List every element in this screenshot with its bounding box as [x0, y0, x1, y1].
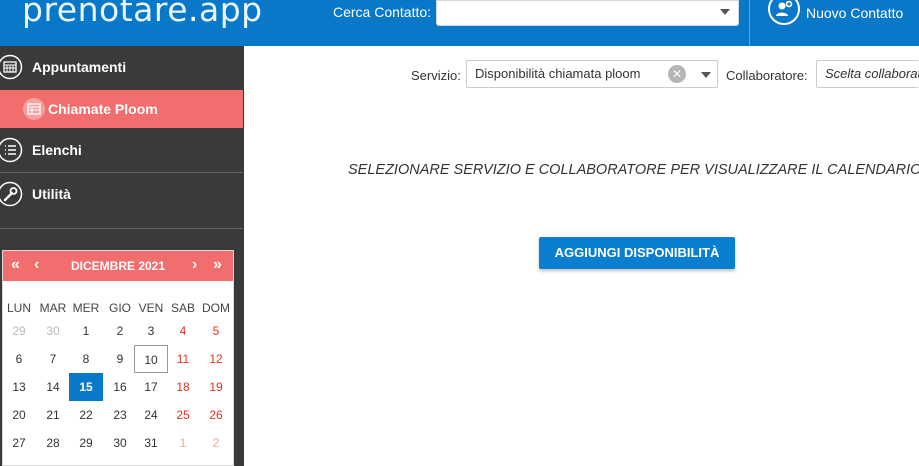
calendar-day[interactable]: 9 [103, 345, 137, 373]
calendar-day[interactable]: 28 [36, 429, 70, 457]
header-divider [749, 0, 750, 46]
calendar-day[interactable]: 3 [134, 317, 168, 345]
sidebar-item-appuntamenti[interactable]: Appuntamenti [0, 52, 243, 82]
calendar-day[interactable]: 31 [134, 429, 168, 457]
calendar-day[interactable]: 12 [199, 345, 233, 373]
calendar-day[interactable]: 24 [134, 401, 168, 429]
add-user-icon [768, 0, 800, 25]
calendar-day[interactable]: 29 [69, 429, 103, 457]
collaborator-label: Collaboratore: [726, 68, 808, 83]
app-logo[interactable]: prenotare.app [22, 0, 263, 29]
calendar-day[interactable]: 2 [199, 429, 233, 457]
calendar-day[interactable]: 26 [199, 401, 233, 429]
sidebar-divider [0, 228, 243, 229]
calendar-header: « ‹ DICEMBRE 2021 › » [3, 251, 233, 281]
calendar-day[interactable]: 7 [36, 345, 70, 373]
weekday-label: MER [72, 301, 100, 315]
wrench-icon [0, 180, 24, 208]
calendar-day[interactable]: 14 [36, 373, 70, 401]
calendar-month-title[interactable]: DICEMBRE 2021 [3, 259, 233, 273]
calendar-day[interactable]: 22 [69, 401, 103, 429]
weekday-label: GIO [108, 301, 131, 315]
sidebar-divider [0, 172, 243, 173]
clear-icon[interactable]: ✕ [668, 65, 686, 83]
sidebar-item-label: Utilità [32, 186, 71, 202]
sidebar-item-elenchi[interactable]: Elenchi [0, 134, 243, 166]
weekday-label: SAB [170, 301, 195, 315]
weekday-label: DOM [202, 301, 230, 315]
calendar-day[interactable]: 1 [69, 317, 103, 345]
calendar-grid-icon [0, 53, 24, 81]
service-value: Disponibilità chiamata ploom [475, 66, 641, 81]
next-month-icon[interactable]: › [192, 256, 197, 274]
collaborator-select[interactable]: Scelta collaboratore [816, 60, 919, 88]
list-icon [0, 136, 24, 164]
service-label: Servizio: [411, 68, 461, 83]
weekday-label: VEN [138, 301, 164, 315]
calendar-day[interactable]: 17 [134, 373, 168, 401]
calendar-day[interactable]: 19 [199, 373, 233, 401]
add-availability-button[interactable]: AGGIUNGI DISPONIBILITÀ [539, 237, 735, 269]
calendar-day[interactable]: 23 [103, 401, 137, 429]
next-year-icon[interactable]: » [213, 256, 222, 274]
sidebar-item-label: Elenchi [32, 142, 82, 158]
calendar-day[interactable]: 4 [166, 317, 200, 345]
sidebar-item-chiamate-ploom[interactable]: Chiamate Ploom [0, 90, 243, 128]
calendar-day[interactable]: 11 [166, 345, 200, 373]
calendar-day[interactable]: 16 [103, 373, 137, 401]
calendar-day[interactable]: 10 [134, 345, 168, 373]
weekday-label: MAR [39, 301, 67, 315]
calendar-day[interactable]: 18 [166, 373, 200, 401]
calendar-day[interactable]: 25 [166, 401, 200, 429]
calendar-day[interactable]: 20 [2, 401, 36, 429]
new-contact-button[interactable]: Nuovo Contatto [768, 0, 903, 26]
sidebar-item-label: Chiamate Ploom [48, 101, 158, 117]
weekday-label: LUN [6, 301, 31, 315]
chevron-down-icon[interactable] [701, 72, 711, 78]
calendar-day[interactable]: 21 [36, 401, 70, 429]
calendar-day[interactable]: 5 [199, 317, 233, 345]
top-header: prenotare.app Cerca Contatto: Nuovo Cont… [0, 0, 919, 46]
calendar-day[interactable]: 27 [2, 429, 36, 457]
search-contact-label: Cerca Contatto: [333, 4, 432, 20]
search-contact-input[interactable] [436, 0, 739, 26]
sidebar-item-label: Appuntamenti [32, 59, 127, 75]
mini-calendar: « ‹ DICEMBRE 2021 › » LUN MAR MER GIO VEN SAB… [2, 250, 234, 466]
calendar-day[interactable]: 6 [2, 345, 36, 373]
sidebar-item-utilita[interactable]: Utilità [0, 178, 243, 210]
calendar-day[interactable]: 13 [2, 373, 36, 401]
empty-state-message: SELEZIONARE SERVIZIO E COLLABORATORE PER… [348, 162, 919, 178]
calendar-day[interactable]: 2 [103, 317, 137, 345]
calendar-day[interactable]: 8 [69, 345, 103, 373]
calendar-day[interactable]: 29 [2, 317, 36, 345]
new-contact-label: Nuovo Contatto [806, 5, 904, 21]
chevron-down-icon[interactable] [720, 9, 730, 15]
calendar-day[interactable]: 30 [36, 317, 70, 345]
calendar-day[interactable]: 15 [69, 373, 103, 401]
calendar-day[interactable]: 1 [166, 429, 200, 457]
service-select[interactable]: Disponibilità chiamata ploom ✕ [466, 60, 718, 88]
calendar-day[interactable]: 30 [103, 429, 137, 457]
table-icon [22, 97, 46, 121]
collaborator-placeholder: Scelta collaboratore [825, 66, 919, 81]
